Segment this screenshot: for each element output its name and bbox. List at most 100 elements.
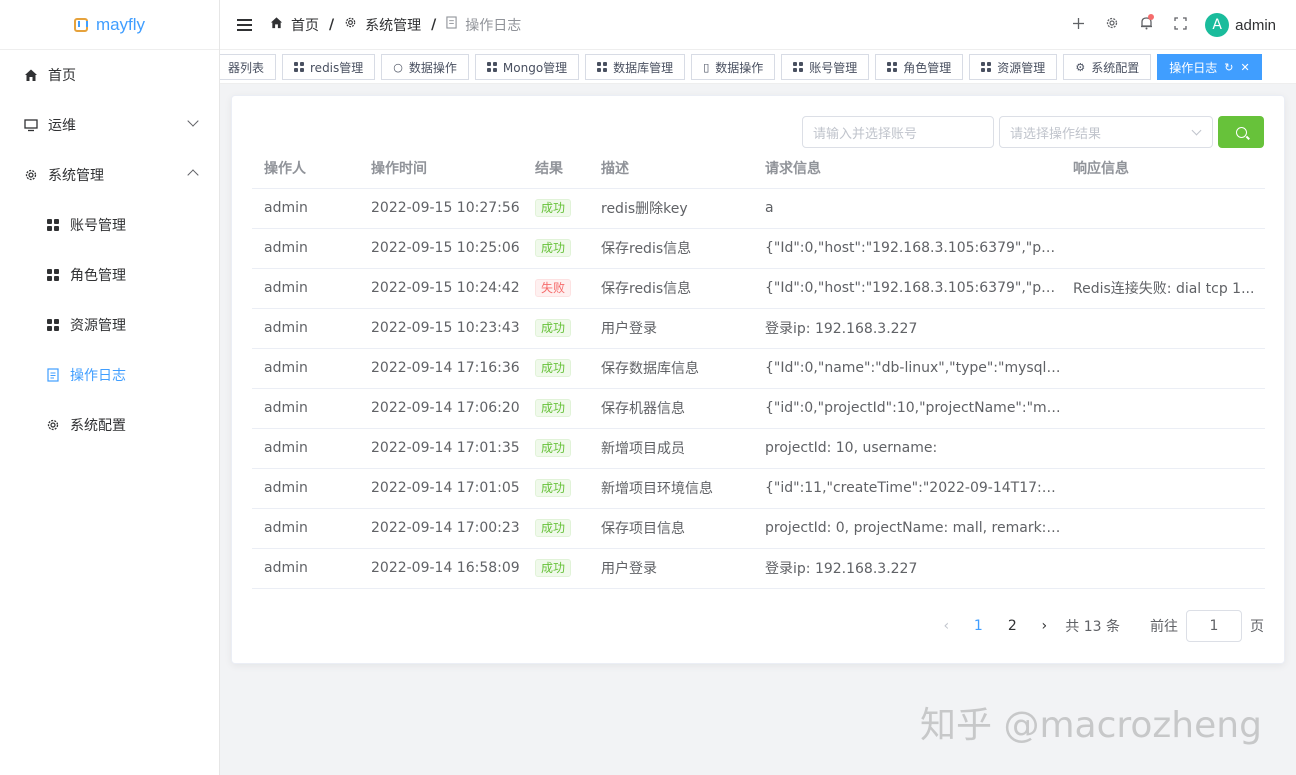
tag-resources[interactable]: 资源管理 [969, 54, 1058, 80]
home-icon [24, 68, 38, 82]
table-row: admin 2022-09-14 17:01:05 成功 新增项目环境信息 {"id":… [252, 468, 1265, 509]
document-icon [446, 16, 457, 33]
notification-dot [1148, 14, 1155, 20]
table-cell [1061, 468, 1265, 509]
status-badge: 成功 [535, 559, 572, 577]
table-cell: redis删除key [589, 188, 753, 229]
fullscreen-icon[interactable] [1163, 16, 1197, 34]
table-row: admin 2022-09-14 16:58:09 成功 用户登录 登录ip: 192.… [252, 548, 1265, 589]
search-button[interactable] [1218, 116, 1264, 148]
sidebar-item-label: 系统管理 [48, 168, 104, 184]
sidebar-item-system-config[interactable]: 系统配置 [0, 400, 219, 450]
sidebar-item-accounts[interactable]: 账号管理 [0, 200, 219, 250]
status-badge: 成功 [535, 239, 572, 257]
page-number[interactable]: 2 [995, 618, 1029, 634]
refresh-icon[interactable]: ↻ [1224, 61, 1233, 74]
table-cell: {"Id":0,"name":"db-linux","type":"mysql"… [753, 348, 1061, 389]
tag-label: 数据操作 [408, 60, 457, 75]
pagination: ‹ 1 2 › 共 13 条 前往 1 页 [931, 610, 1264, 642]
table-cell: a [753, 188, 1061, 229]
table-cell: 保存redis信息 [589, 268, 753, 309]
search-icon: ○ [393, 60, 403, 74]
table-cell: {"id":0,"projectId":10,"projectName":"ma… [753, 388, 1061, 429]
table-cell [1061, 348, 1265, 389]
avatar[interactable]: A [1205, 13, 1230, 37]
result-cell: 成功 [523, 188, 589, 229]
table-cell: {"Id":0,"host":"192.168.3.105:6379","pas… [753, 228, 1061, 269]
sidebar-item-resources[interactable]: 资源管理 [0, 300, 219, 350]
status-badge: 成功 [535, 439, 572, 457]
table-cell: 2022-09-14 17:16:36 [359, 348, 523, 389]
sidebar-item-home[interactable]: 首页 [0, 50, 219, 100]
table-cell: admin [252, 508, 359, 549]
status-badge: 成功 [535, 399, 572, 417]
settings-icon[interactable] [1095, 16, 1129, 34]
table-cell: 用户登录 [589, 308, 753, 349]
sidebar-item-label: 资源管理 [70, 318, 126, 334]
grid-icon [46, 268, 60, 282]
menu-toggle-icon[interactable] [237, 18, 252, 31]
tag-operation-log[interactable]: 操作日志 ↻ ✕ [1157, 54, 1262, 80]
username[interactable]: admin [1235, 17, 1276, 34]
table-cell: projectId: 10, username: [753, 428, 1061, 469]
breadcrumb-item-current: 操作日志 [465, 17, 522, 34]
column-header: 结果 [523, 148, 589, 189]
result-select[interactable]: 请选择操作结果 [999, 116, 1213, 148]
status-badge: 成功 [535, 319, 572, 337]
tag-mongo-manage[interactable]: Mongo管理 [474, 54, 580, 80]
gear-icon [24, 168, 38, 182]
gear-icon [46, 418, 60, 432]
table-cell: 保存机器信息 [589, 388, 753, 429]
goto-suffix: 页 [1250, 619, 1264, 635]
tag-accounts[interactable]: 账号管理 [781, 54, 870, 80]
tag-label: redis管理 [310, 60, 364, 75]
table-header-row: 操作人 操作时间 结果 描述 请求信息 响应信息 [252, 148, 1265, 189]
grid-icon [597, 62, 608, 72]
page-number[interactable]: 1 [961, 618, 995, 634]
sidebar-item-operation-log[interactable]: 操作日志 [0, 350, 219, 400]
document-icon [46, 368, 60, 382]
sidebar-item-label: 角色管理 [70, 268, 126, 284]
breadcrumb-separator: / [431, 16, 437, 33]
tag-redis-data[interactable]: ○ 数据操作 [381, 54, 469, 80]
tag-db-data[interactable]: ▯ 数据操作 [691, 54, 776, 80]
grid-icon [294, 62, 305, 72]
table-cell: 登录ip: 192.168.3.227 [753, 308, 1061, 349]
goto-prefix: 前往 [1150, 619, 1178, 635]
operation-log-card: 请输入并选择账号 请选择操作结果 操作人 操作时间 结果 描述 请求信息 响应信… [231, 95, 1285, 664]
table-row: admin 2022-09-15 10:23:43 成功 用户登录 登录ip: 192.… [252, 308, 1265, 349]
tag-system-config[interactable]: ⚙ 系统配置 [1063, 54, 1152, 80]
tag-label: 资源管理 [997, 60, 1046, 75]
sidebar-item-ops[interactable]: 运维 [0, 100, 219, 150]
prev-page-icon[interactable]: ‹ [931, 618, 961, 634]
bell-icon[interactable] [1129, 14, 1163, 34]
goto-page-input[interactable]: 1 [1186, 610, 1242, 642]
grid-icon [46, 318, 60, 332]
tag-roles[interactable]: 角色管理 [875, 54, 964, 80]
next-page-icon[interactable]: › [1029, 618, 1059, 634]
sidebar-item-roles[interactable]: 角色管理 [0, 250, 219, 300]
table-cell: admin [252, 228, 359, 269]
tag-machine-list[interactable]: 器列表 [220, 54, 277, 80]
status-badge: 成功 [535, 519, 572, 537]
account-select-input[interactable]: 请输入并选择账号 [802, 116, 994, 148]
plus-icon[interactable] [1061, 16, 1095, 34]
result-cell: 成功 [523, 348, 589, 389]
sidebar-item-label: 首页 [48, 68, 76, 84]
table-cell [1061, 188, 1265, 229]
breadcrumb-item[interactable]: 首页 [291, 15, 319, 35]
tag-db-manage[interactable]: 数据库管理 [585, 54, 686, 80]
gear-icon: ⚙ [1075, 60, 1086, 74]
result-cell: 成功 [523, 308, 589, 349]
column-header: 操作时间 [359, 148, 523, 189]
status-badge: 成功 [535, 359, 572, 377]
result-cell: 成功 [523, 508, 589, 549]
close-icon[interactable]: ✕ [1240, 61, 1249, 74]
logo[interactable]: mayfly [0, 0, 219, 50]
tag-redis-manage[interactable]: redis管理 [282, 54, 376, 80]
table-row: admin 2022-09-14 17:16:36 成功 保存数据库信息 {"Id":0… [252, 348, 1265, 389]
breadcrumb-item[interactable]: 系统管理 [365, 15, 421, 35]
tag-label: Mongo管理 [502, 60, 568, 75]
header-actions: A admin [1061, 0, 1276, 50]
sidebar-item-system[interactable]: 系统管理 [0, 150, 219, 200]
